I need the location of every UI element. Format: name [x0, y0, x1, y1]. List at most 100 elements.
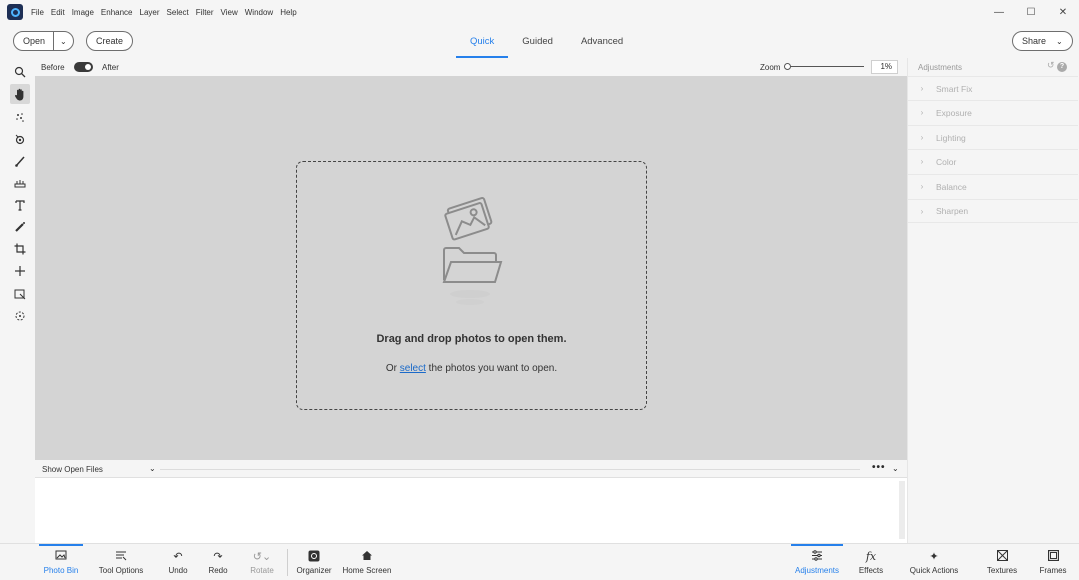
redo-label: Redo — [208, 566, 228, 575]
zoom-value-field[interactable]: 1% — [871, 60, 898, 74]
rotate-button[interactable]: ↺⌄ Rotate — [246, 544, 278, 580]
menu-window[interactable]: Window — [245, 8, 273, 17]
whiten-teeth-tool-icon[interactable] — [10, 151, 30, 171]
adjustments-button[interactable]: Adjustments — [791, 544, 843, 580]
move-tool-icon[interactable] — [10, 261, 30, 281]
chevron-right-icon: › — [920, 133, 924, 142]
menu-help[interactable]: Help — [280, 8, 296, 17]
tab-guided[interactable]: Guided — [508, 24, 567, 58]
adjust-sharpen[interactable]: › Sharpen — [908, 199, 1078, 223]
help-icon[interactable]: ? — [1057, 62, 1067, 72]
menu-layer[interactable]: Layer — [140, 8, 160, 17]
divider — [160, 469, 860, 470]
adjustments-label: Adjustments — [794, 566, 840, 575]
chevron-right-icon: › — [920, 206, 924, 216]
create-button-label: Create — [96, 36, 124, 46]
adjust-balance[interactable]: › Balance — [908, 174, 1078, 198]
maximize-button[interactable]: ☐ — [1015, 0, 1047, 24]
menu-file[interactable]: File — [31, 8, 44, 17]
frames-label: Frames — [1039, 566, 1067, 575]
canvas-area[interactable]: Drag and drop photos to open them. Or se… — [35, 76, 907, 460]
undo-icon: ↶ — [173, 551, 183, 563]
photo-bin-button[interactable]: Photo Bin — [39, 544, 83, 580]
textures-label: Textures — [986, 566, 1018, 575]
adjustments-panel: Adjustments ↺ ? › Smart Fix › Exposure › Li… — [907, 58, 1079, 543]
drop-zone[interactable]: Drag and drop photos to open them. Or se… — [296, 161, 647, 410]
photos-folder-icon — [442, 197, 503, 305]
zoom-label: Zoom — [760, 63, 781, 72]
minimize-button[interactable]: — — [983, 0, 1015, 24]
quick-actions-icon: ✦ — [929, 551, 939, 563]
tab-advanced-label: Advanced — [580, 35, 624, 47]
tool-options-button[interactable]: Tool Options — [96, 544, 146, 580]
adjust-exposure[interactable]: › Exposure — [908, 100, 1078, 124]
textures-button[interactable]: Textures — [984, 544, 1020, 580]
zoom-slider-track[interactable] — [787, 66, 864, 67]
undo-button[interactable]: ↶ Undo — [164, 544, 192, 580]
tab-quick-label: Quick — [470, 35, 495, 47]
menu-image[interactable]: Image — [72, 8, 94, 17]
drop-suffix: the photos you want to open. — [428, 363, 558, 374]
rotate-label: Rotate — [250, 566, 274, 575]
show-open-files-dropdown[interactable]: Show Open Files — [42, 465, 103, 474]
type-tool-icon[interactable] — [10, 195, 30, 215]
chevron-down-icon[interactable]: ⌄ — [60, 37, 67, 46]
chevron-right-icon: › — [920, 157, 924, 166]
organizer-button[interactable]: Organizer — [295, 544, 333, 580]
open-button[interactable]: Open ⌄ — [13, 31, 74, 51]
organizer-icon — [308, 550, 320, 564]
frames-icon — [1047, 549, 1059, 564]
crop-tool-icon[interactable] — [10, 239, 30, 259]
reset-help-icons: ↺ ? — [1047, 60, 1067, 72]
home-icon — [361, 550, 373, 564]
photo-bin-area[interactable] — [35, 478, 907, 543]
straighten-tool-icon[interactable] — [10, 173, 30, 193]
menu-enhance[interactable]: Enhance — [101, 8, 133, 17]
quick-actions-button[interactable]: ✦ Quick Actions — [908, 544, 960, 580]
adjust-lighting[interactable]: › Lighting — [908, 125, 1078, 149]
tool-options-icon — [115, 550, 127, 564]
open-divider — [53, 31, 55, 51]
reset-icon[interactable]: ↺ — [1047, 60, 1055, 70]
chevron-right-icon: › — [920, 108, 924, 117]
adjust-smart-fix[interactable]: › Smart Fix — [908, 76, 1078, 100]
tab-quick[interactable]: Quick — [456, 24, 509, 58]
after-label: After — [102, 63, 119, 72]
adjustments-title: Adjustments — [918, 63, 963, 72]
rotate-tool-icon[interactable] — [10, 306, 30, 326]
organizer-label: Organizer — [296, 566, 332, 575]
tab-advanced[interactable]: Advanced — [567, 24, 637, 58]
select-link[interactable]: select — [400, 363, 426, 374]
textures-icon — [996, 550, 1008, 564]
menu-select[interactable]: Select — [167, 8, 189, 17]
chevron-down-icon[interactable]: ⌄ — [149, 464, 156, 473]
menu-view[interactable]: View — [221, 8, 238, 17]
collapse-bin-icon[interactable]: ⌄ — [892, 464, 899, 473]
red-eye-tool-icon[interactable] — [10, 129, 30, 149]
share-button[interactable]: Share ⌄ — [1012, 31, 1073, 51]
create-button[interactable]: Create — [86, 31, 134, 51]
before-label: Before — [41, 63, 65, 72]
drop-title: Drag and drop photos to open them. — [376, 333, 567, 345]
redo-button[interactable]: ↷ Redo — [204, 544, 232, 580]
more-options-icon[interactable]: ••• — [872, 462, 886, 473]
hand-tool-icon[interactable] — [10, 84, 30, 104]
recompose-tool-icon[interactable] — [10, 284, 30, 304]
chevron-right-icon: › — [920, 182, 924, 191]
close-button[interactable]: ✕ — [1047, 0, 1079, 24]
adjust-color[interactable]: › Color — [908, 149, 1078, 173]
zoom-slider-handle[interactable] — [784, 63, 791, 70]
quick-selection-tool-icon[interactable] — [10, 107, 30, 127]
frames-button[interactable]: Frames — [1036, 544, 1070, 580]
zoom-tool-icon[interactable] — [10, 62, 30, 82]
photo-bin-scrollbar[interactable] — [899, 481, 905, 539]
photo-bin-icon — [55, 550, 67, 564]
effects-button[interactable]: fx Effects — [856, 544, 886, 580]
before-after-toggle[interactable] — [74, 62, 93, 72]
spot-healing-tool-icon[interactable] — [10, 217, 30, 237]
menu-edit[interactable]: Edit — [51, 8, 65, 17]
menu-filter[interactable]: Filter — [196, 8, 214, 17]
home-screen-button[interactable]: Home Screen — [341, 544, 393, 580]
drop-subtitle: Or select the photos you want to open. — [297, 363, 646, 374]
redo-icon: ↷ — [213, 551, 223, 563]
